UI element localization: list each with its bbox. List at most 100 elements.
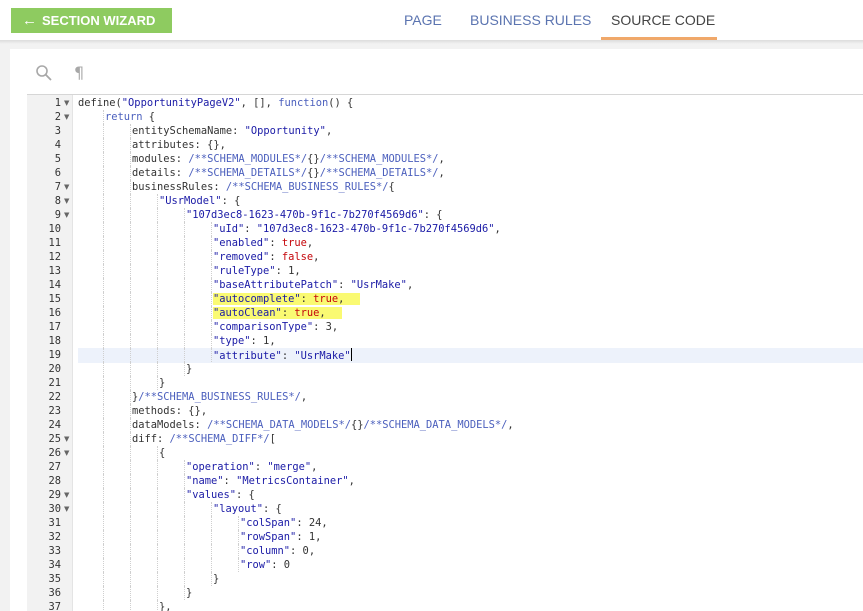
line-number: 4: [54, 139, 61, 151]
code-line[interactable]: 26 ▼ {: [27, 446, 863, 460]
tab-page[interactable]: PAGE: [404, 12, 442, 28]
code-line[interactable]: 15 "autocomplete": true,: [27, 292, 863, 306]
code-line[interactable]: 10 "uId": "107d3ec8-1623-470b-9f1c-7b270f…: [27, 222, 863, 236]
code-token: , [],: [240, 97, 279, 109]
pilcrow-icon[interactable]: ¶: [74, 63, 84, 82]
code-token: "autoClean": [213, 307, 282, 319]
code-line[interactable]: 22}/**SCHEMA_BUSINESS_RULES*/,: [27, 390, 863, 404]
indent-guide: [130, 586, 131, 600]
indent-guide: [184, 208, 185, 222]
code-line[interactable]: 7 ▼ businessRules: /**SCHEMA_BUSINESS_RULE…: [27, 180, 863, 194]
code-line[interactable]: 30 ▼ "layout": {: [27, 502, 863, 516]
indent-guide: [157, 292, 158, 306]
code-token: "removed": [213, 251, 270, 263]
indent-guide: [130, 544, 131, 558]
indent-guide: [130, 306, 131, 320]
code-token: }: [186, 587, 193, 599]
code-line[interactable]: 14 "baseAttributePatch": "UsrMake",: [27, 278, 863, 292]
code-token: "UsrModel": [159, 195, 222, 207]
code-token: businessRules:: [132, 181, 226, 193]
code-line[interactable]: 31 "colSpan": 24,: [27, 516, 863, 530]
indent-guide: [184, 362, 185, 376]
line-number: 3: [54, 125, 61, 137]
indent-guide: [103, 264, 104, 278]
code-line[interactable]: 19 "attribute": "UsrMake": [27, 348, 863, 363]
code-token: }: [159, 377, 166, 389]
code-token: "rowSpan": [240, 531, 297, 543]
fold-arrow-icon[interactable]: ▼: [64, 110, 73, 124]
fold-arrow-icon[interactable]: ▼: [64, 96, 73, 110]
code-line[interactable]: 34 "row": 0: [27, 558, 863, 572]
code-editor[interactable]: 1 ▼ define("OpportunityPageV2", [], functi…: [27, 94, 863, 611]
arrow-left-icon: ←: [22, 12, 37, 29]
indent-guide: [211, 278, 212, 292]
indent-guide: [103, 320, 104, 334]
code-line[interactable]: 1 ▼ define("OpportunityPageV2", [], functi…: [27, 96, 863, 110]
code-token: "values": [186, 489, 237, 501]
code-line[interactable]: 27 "operation": "merge",: [27, 460, 863, 474]
indent-guide: [184, 488, 185, 502]
fold-arrow-icon[interactable]: ▼: [64, 432, 73, 446]
code-line[interactable]: 12 "removed": false,: [27, 250, 863, 264]
code-line[interactable]: 6 details: /**SCHEMA_DETAILS*/{}/**SCHEMA…: [27, 166, 863, 180]
indent-guide: [211, 250, 212, 264]
code-token: : {: [236, 489, 255, 501]
line-number: 29: [48, 489, 61, 501]
tab-business-rules[interactable]: BUSINESS RULES: [470, 12, 591, 28]
indent-guide: [157, 446, 158, 460]
code-line[interactable]: 2 ▼ return {: [27, 110, 863, 124]
line-number: 36: [48, 587, 61, 599]
indent-guide: [130, 278, 131, 292]
code-line[interactable]: 24 dataModels: /**SCHEMA_DATA_MODELS*/{}/…: [27, 418, 863, 432]
indent-guide: [103, 502, 104, 516]
code-line[interactable]: 21}: [27, 376, 863, 390]
code-token: ,: [348, 475, 355, 487]
indent-guide: [130, 502, 131, 516]
code-token: attributes: {},: [132, 139, 226, 151]
code-line[interactable]: 5 modules: /**SCHEMA_MODULES*/{}/**SCHEMA…: [27, 152, 863, 166]
code-text: }: [78, 376, 863, 390]
code-text: }: [78, 572, 863, 586]
code-line[interactable]: 28 "name": "MetricsContainer",: [27, 474, 863, 488]
code-line[interactable]: 33 "column": 0,: [27, 544, 863, 558]
code-line[interactable]: 11 "enabled": true,: [27, 236, 863, 250]
fold-arrow-icon[interactable]: ▼: [64, 208, 73, 222]
fold-arrow-icon[interactable]: ▼: [64, 488, 73, 502]
fold-arrow-icon[interactable]: ▼: [64, 502, 73, 516]
code-line[interactable]: 23 methods: {},: [27, 404, 863, 418]
code-line[interactable]: 13 "ruleType": 1,: [27, 264, 863, 278]
code-token: "autocomplete": [213, 293, 301, 305]
code-line[interactable]: 32 "rowSpan": 1,: [27, 530, 863, 544]
line-number: 14: [48, 279, 61, 291]
fold-arrow-icon[interactable]: ▼: [64, 446, 73, 460]
indent-guide: [103, 488, 104, 502]
indent-guide: [157, 460, 158, 474]
code-line[interactable]: 8 ▼ "UsrModel": {: [27, 194, 863, 208]
code-line[interactable]: 29 ▼ "values": {: [27, 488, 863, 502]
code-token: : {: [263, 503, 282, 515]
code-line[interactable]: 37},: [27, 600, 863, 611]
indent-guide: [157, 530, 158, 544]
code-line[interactable]: 18 "type": 1,: [27, 334, 863, 348]
indent-guide: [103, 516, 104, 530]
code-line[interactable]: 20}: [27, 362, 863, 376]
code-line[interactable]: 16 "autoClean": true,: [27, 306, 863, 320]
tab-source-code[interactable]: SOURCE CODE: [611, 12, 715, 28]
section-wizard-button[interactable]: ← SECTION WIZARD: [11, 8, 172, 33]
fold-arrow-icon[interactable]: ▼: [64, 180, 73, 194]
code-line[interactable]: 3 entitySchemaName: "Opportunity",: [27, 124, 863, 138]
indent-guide: [103, 600, 104, 611]
indent-guide: [103, 432, 104, 446]
line-number: 2: [54, 111, 61, 123]
line-number: 33: [48, 545, 61, 557]
code-line[interactable]: 35}: [27, 572, 863, 586]
code-line[interactable]: 9 ▼ "107d3ec8-1623-470b-9f1c-7b270f4569d6"…: [27, 208, 863, 222]
code-token: {}: [350, 419, 364, 431]
code-line[interactable]: 4 attributes: {},: [27, 138, 863, 152]
search-icon[interactable]: [35, 64, 53, 82]
code-line[interactable]: 17 "comparisonType": 3,: [27, 320, 863, 334]
indent-guide: [157, 278, 158, 292]
fold-arrow-icon[interactable]: ▼: [64, 194, 73, 208]
code-line[interactable]: 25 ▼ diff: /**SCHEMA_DIFF*/[: [27, 432, 863, 446]
code-line[interactable]: 36}: [27, 586, 863, 600]
